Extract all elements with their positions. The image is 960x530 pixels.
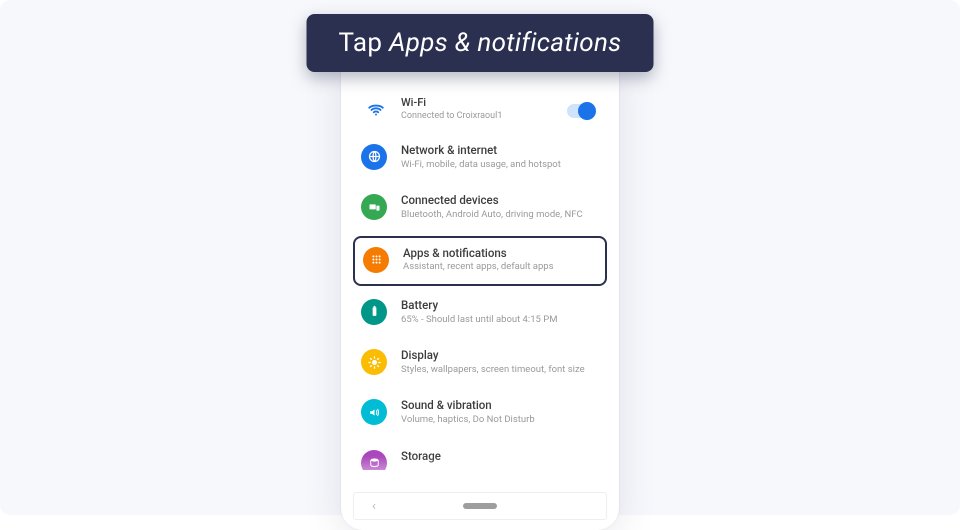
battery-icon <box>361 299 387 325</box>
display-row[interactable]: Display Styles, wallpapers, screen timeo… <box>349 338 611 388</box>
row-title: Sound & vibration <box>401 398 599 413</box>
storage-row[interactable]: Storage <box>349 439 611 470</box>
network-internet-row[interactable]: Network & internet Wi-Fi, mobile, data u… <box>349 133 611 183</box>
row-title: Display <box>401 348 599 363</box>
row-title: Battery <box>401 298 599 313</box>
row-subtitle: Bluetooth, Android Auto, driving mode, N… <box>401 209 599 221</box>
wifi-icon <box>365 99 387 121</box>
connected-devices-row[interactable]: Connected devices Bluetooth, Android Aut… <box>349 183 611 233</box>
banner-prefix: Tap <box>339 28 389 58</box>
row-title: Apps & notifications <box>403 246 597 261</box>
instruction-banner: Tap Apps & notifications <box>307 14 654 72</box>
battery-row[interactable]: Battery 65% - Should last until about 4:… <box>349 288 611 338</box>
row-title: Storage <box>401 449 599 464</box>
phone-frame: Wi-Fi Connected to Croixraoul1 Network <box>341 50 619 530</box>
wifi-row[interactable]: Wi-Fi Connected to Croixraoul1 <box>349 90 611 133</box>
sound-icon <box>361 399 387 425</box>
wifi-text: Wi-Fi Connected to Croixraoul1 <box>401 96 553 123</box>
home-pill[interactable] <box>463 503 497 509</box>
banner-italic: Apps & notifications <box>389 28 622 58</box>
row-subtitle: Styles, wallpapers, screen timeout, font… <box>401 364 599 376</box>
row-subtitle: Wi-Fi, mobile, data usage, and hotspot <box>401 159 599 171</box>
globe-icon <box>361 144 387 170</box>
grid-icon <box>363 247 389 273</box>
sound-vibration-row[interactable]: Sound & vibration Volume, haptics, Do No… <box>349 388 611 438</box>
navigation-bar: ‹ <box>353 492 607 520</box>
apps-notifications-row[interactable]: Apps & notifications Assistant, recent a… <box>353 236 607 286</box>
wifi-title: Wi-Fi <box>401 96 553 110</box>
row-subtitle: Assistant, recent apps, default apps <box>403 261 597 273</box>
wifi-toggle[interactable] <box>567 104 595 118</box>
devices-icon <box>361 194 387 220</box>
back-icon[interactable]: ‹ <box>372 499 376 514</box>
row-title: Network & internet <box>401 143 599 158</box>
brightness-icon <box>361 349 387 375</box>
wifi-subtitle: Connected to Croixraoul1 <box>401 111 553 123</box>
settings-list[interactable]: Wi-Fi Connected to Croixraoul1 Network <box>349 60 611 470</box>
row-title: Connected devices <box>401 193 599 208</box>
tutorial-scene: Tap Apps & notifications Wi-Fi Connected… <box>0 0 960 515</box>
storage-icon <box>361 450 387 470</box>
row-subtitle: 65% - Should last until about 4:15 PM <box>401 314 599 326</box>
row-subtitle: Volume, haptics, Do Not Disturb <box>401 414 599 426</box>
